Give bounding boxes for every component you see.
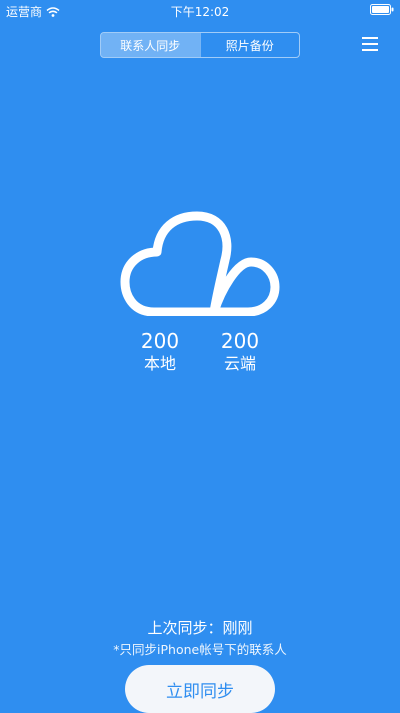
- sync-mode-segmented-control: 联系人同步 照片备份: [100, 32, 300, 58]
- sync-note: *只同步iPhone帐号下的联系人: [113, 642, 287, 657]
- contact-counts: 200 本地 200 云端: [0, 330, 400, 380]
- last-sync-text: 上次同步：刚刚: [147, 619, 253, 637]
- sync-now-button[interactable]: 立即同步: [125, 665, 275, 713]
- cloud-count-group: 200 云端: [200, 330, 280, 374]
- local-count-group: 200 本地: [120, 330, 200, 374]
- local-count-value: 200: [140, 329, 180, 353]
- status-time: 下午12:02: [170, 5, 230, 19]
- cloud-count-value: 200: [220, 329, 260, 353]
- menu-icon[interactable]: [362, 37, 378, 51]
- cloud-icon: [120, 211, 280, 316]
- cloud-count-label: 云端: [223, 354, 256, 373]
- battery-icon: [370, 4, 394, 15]
- local-count-label: 本地: [143, 354, 176, 373]
- tab-photo-backup[interactable]: 照片备份: [199, 33, 300, 57]
- tab-contacts-sync[interactable]: 联系人同步: [101, 33, 200, 57]
- status-bar: 运营商 下午12:02: [0, 0, 400, 20]
